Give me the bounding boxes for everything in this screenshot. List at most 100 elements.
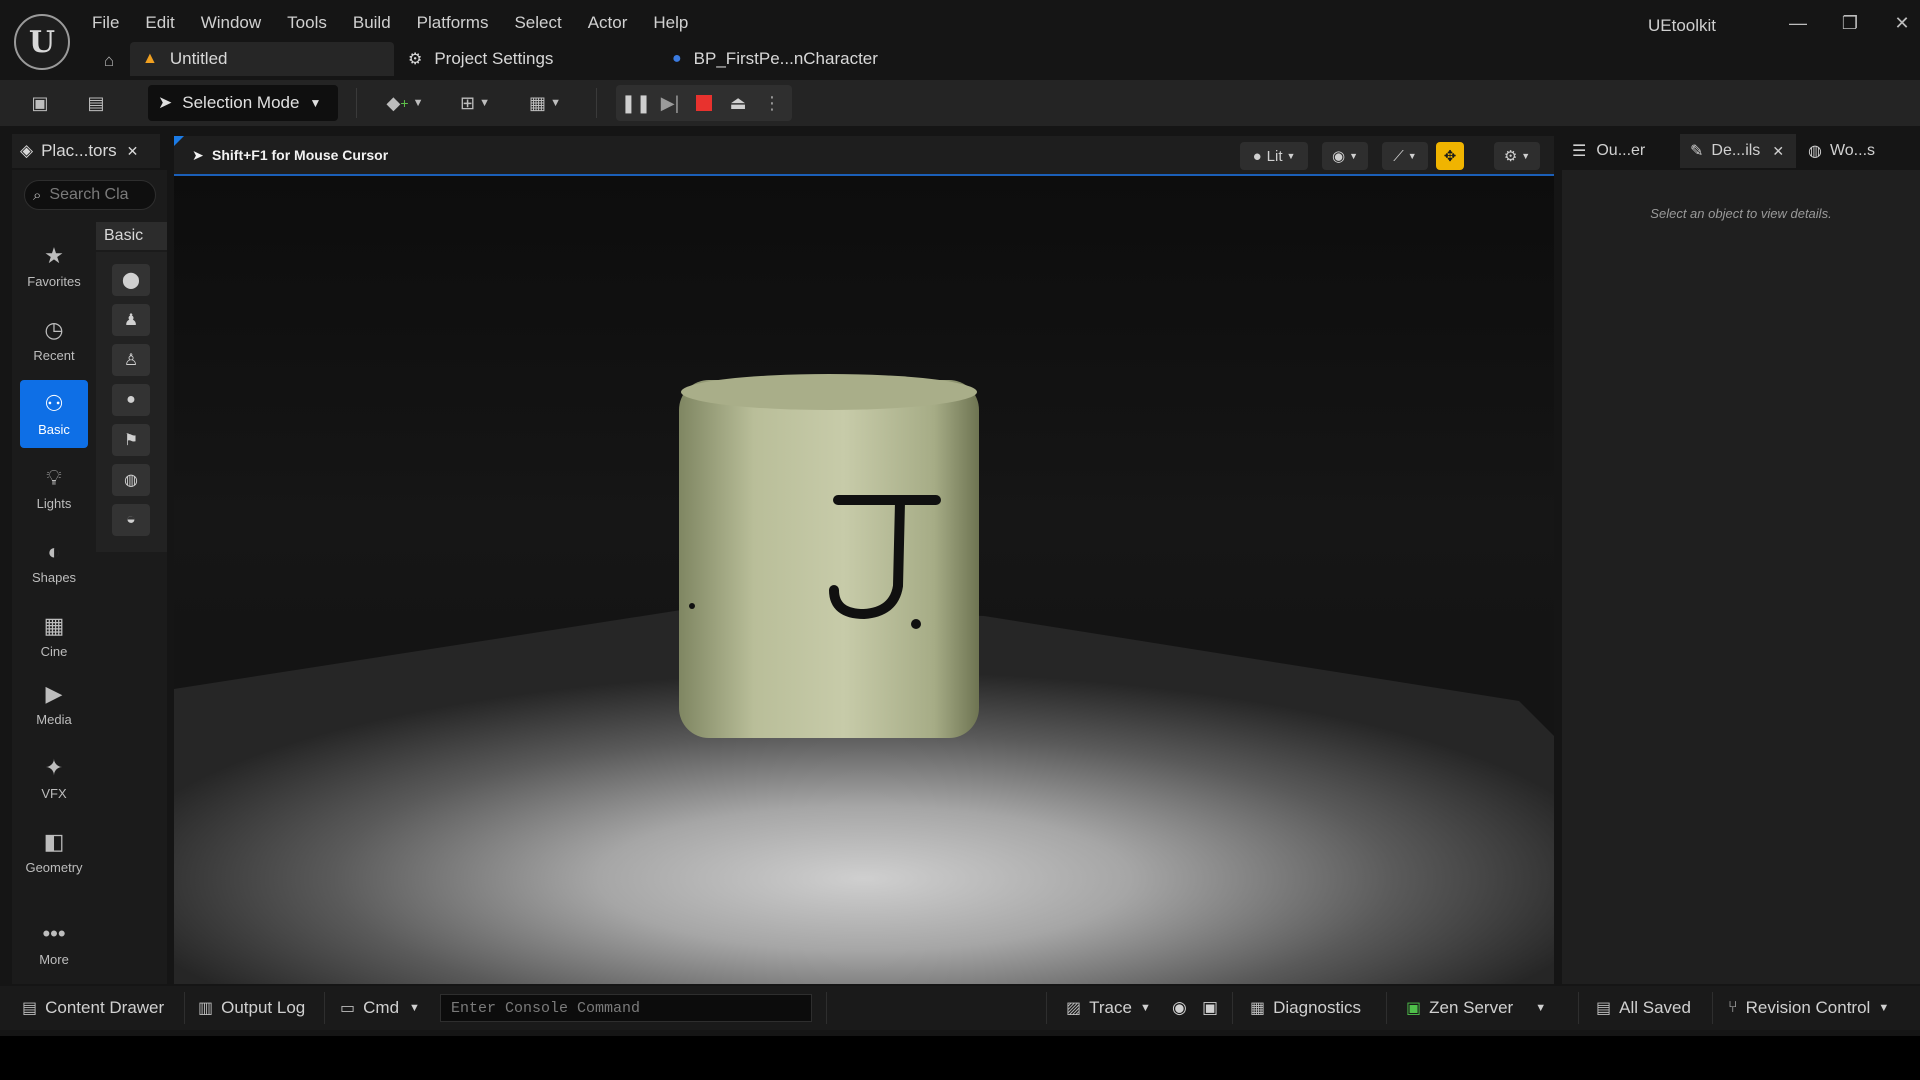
home-icon[interactable]: ⌂ bbox=[96, 48, 122, 74]
empty-pawn-icon[interactable]: ♙ bbox=[112, 344, 150, 376]
tab-project-settings[interactable]: ⚙ Project Settings bbox=[396, 42, 656, 76]
trace-dropdown[interactable]: ▨ Trace ▼ bbox=[1066, 992, 1151, 1024]
tab-label: Project Settings bbox=[434, 49, 554, 68]
mouse-cursor-icon: ➤ bbox=[192, 147, 204, 163]
minimize-button[interactable]: — bbox=[1776, 10, 1820, 36]
category-shapes[interactable]: ◐ Shapes bbox=[20, 528, 88, 596]
stop-icon[interactable] bbox=[688, 85, 720, 121]
restore-button[interactable]: ❐ bbox=[1828, 10, 1872, 36]
editor-window: U File Edit Window Tools Build Platforms… bbox=[0, 0, 1920, 1036]
tab-world-settings[interactable]: ◍ Wo...s bbox=[1798, 134, 1914, 168]
more-options-icon[interactable]: ⋮ bbox=[756, 85, 788, 121]
cube-icon[interactable]: ◍ bbox=[112, 464, 150, 496]
point-light-icon[interactable]: ● bbox=[112, 384, 150, 416]
close-icon[interactable]: ✕ bbox=[1772, 143, 1784, 160]
category-label: Shapes bbox=[31, 569, 77, 585]
branch-icon: ⑂ bbox=[1728, 999, 1738, 1016]
all-saved-button[interactable]: ▤ All Saved bbox=[1596, 992, 1691, 1024]
snapshot-icon[interactable]: ▣ bbox=[1202, 992, 1218, 1024]
place-actors-tab[interactable]: ◈ Plac...tors ✕ bbox=[12, 134, 160, 168]
more-dots-icon: ••• bbox=[42, 920, 66, 946]
save-status-icon: ▤ bbox=[1596, 1000, 1612, 1017]
revision-control-dropdown[interactable]: ⑂ Revision Control ▼ bbox=[1728, 992, 1889, 1024]
viewport-hint: Shift+F1 for Mouse Cursor bbox=[212, 147, 389, 163]
geometry-icon: ◧ bbox=[43, 828, 65, 854]
selection-mode-dropdown[interactable]: ➤ Selection Mode ▼ bbox=[148, 85, 338, 121]
status-divider bbox=[1232, 992, 1233, 1024]
realtime-toggle-icon[interactable]: ✥ bbox=[1436, 142, 1464, 170]
category-recent[interactable]: ◷ Recent bbox=[20, 306, 88, 374]
letter-dot bbox=[911, 619, 921, 629]
pause-icon[interactable]: ❚❚ bbox=[620, 85, 652, 121]
menu-platforms[interactable]: Platforms bbox=[405, 10, 501, 38]
show-flags-dropdown[interactable]: ◉ ▼ bbox=[1322, 142, 1368, 170]
menu-tools[interactable]: Tools bbox=[275, 10, 339, 38]
place-actors-panel: ⌕ ★ Favorites ◷ Recent ⚇ Basic 💡︎ Lights ◐ Sh… bbox=[12, 170, 167, 984]
view-mode-dropdown[interactable]: ● Lit ▼ bbox=[1240, 142, 1308, 170]
level-viewport[interactable]: ➤ Shift+F1 for Mouse Cursor ● Lit ▼ ◉ ▼ ⟋ ▼ … bbox=[174, 136, 1554, 984]
category-geometry[interactable]: ◧ Geometry bbox=[20, 818, 88, 886]
place-actors-icon: ◈ bbox=[20, 141, 34, 160]
tab-outliner[interactable]: ☰ Ou...er bbox=[1562, 134, 1678, 168]
gear-icon: ⚙ bbox=[1503, 148, 1518, 165]
menu-edit[interactable]: Edit bbox=[133, 10, 186, 38]
viewport-settings-dropdown[interactable]: ⚙ ▼ bbox=[1494, 142, 1540, 170]
category-favorites[interactable]: ★ Favorites bbox=[20, 232, 88, 300]
zen-server-dropdown[interactable]: ▣ Zen Server ▼ bbox=[1406, 992, 1546, 1024]
search-input[interactable] bbox=[47, 185, 142, 205]
category-vfx[interactable]: ✦ VFX bbox=[20, 744, 88, 812]
cmd-dropdown[interactable]: ▭ Cmd ▼ bbox=[340, 992, 420, 1024]
snapping-dropdown[interactable]: ⟋ ▼ bbox=[1382, 142, 1428, 170]
tab-label: De...ils bbox=[1711, 142, 1761, 159]
save-icon[interactable]: ▣ bbox=[22, 86, 58, 120]
chevron-down-icon: ▼ bbox=[309, 96, 322, 110]
close-icon[interactable]: ✕ bbox=[127, 143, 139, 160]
category-label: Media bbox=[36, 711, 72, 727]
cylinder-mesh[interactable] bbox=[679, 380, 979, 738]
category-basic[interactable]: ⚇ Basic bbox=[20, 380, 88, 448]
category-media[interactable]: ▶ Media bbox=[20, 670, 88, 738]
category-more[interactable]: ••• More bbox=[20, 910, 88, 978]
chevron-down-icon: ▼ bbox=[1139, 1002, 1151, 1014]
sphere-icon[interactable]: ◒ bbox=[112, 504, 150, 536]
category-label: Geometry bbox=[25, 859, 83, 875]
clapperboard-icon: ▦ bbox=[43, 612, 65, 638]
content-drawer-icon: ▤ bbox=[22, 1000, 38, 1017]
record-trace-icon[interactable]: ◉ bbox=[1172, 992, 1187, 1024]
tab-bp-character[interactable]: ● BP_FirstPe...nCharacter bbox=[660, 42, 920, 76]
menu-build[interactable]: Build bbox=[341, 10, 403, 38]
add-actor-icon[interactable]: ◆ + ▼ bbox=[380, 86, 430, 120]
cinematics-icon[interactable]: ▦ ▼ bbox=[520, 86, 570, 120]
tab-label: Ou...er bbox=[1596, 142, 1646, 159]
chevron-down-icon: ▼ bbox=[1535, 1002, 1547, 1014]
player-start-icon[interactable]: ⚑ bbox=[112, 424, 150, 456]
menu-select[interactable]: Select bbox=[502, 10, 573, 38]
browse-content-icon[interactable]: ▤ bbox=[78, 86, 114, 120]
console-command-input[interactable] bbox=[441, 995, 811, 1021]
menu-file[interactable]: File bbox=[80, 10, 131, 38]
unreal-logo-icon[interactable]: U bbox=[14, 14, 70, 70]
category-lights[interactable]: 💡︎ Lights bbox=[20, 454, 88, 522]
category-cine[interactable]: ▦ Cine bbox=[20, 602, 88, 670]
tab-details[interactable]: ✎ De...ils ✕ bbox=[1680, 134, 1796, 168]
menu-window[interactable]: Window bbox=[189, 10, 273, 38]
output-log-button[interactable]: ▥ Output Log bbox=[198, 992, 305, 1024]
vfx-sparkle-icon: ✦ bbox=[44, 754, 64, 780]
menu-actor[interactable]: Actor bbox=[576, 10, 640, 38]
details-empty-message: Select an object to view details. bbox=[1650, 206, 1832, 221]
tab-untitled[interactable]: ▲ Untitled bbox=[130, 42, 394, 76]
viewport-scene bbox=[174, 374, 1554, 984]
category-label: Recent bbox=[33, 347, 75, 363]
eject-icon[interactable]: ⏏ bbox=[722, 85, 754, 121]
empty-character-icon[interactable]: ♟ bbox=[112, 304, 150, 336]
tab-label: Wo...s bbox=[1829, 142, 1876, 159]
diagnostics-button[interactable]: ▦ Diagnostics bbox=[1250, 992, 1361, 1024]
close-window-button[interactable]: ✕ bbox=[1880, 10, 1920, 36]
chevron-down-icon: ▼ bbox=[1286, 151, 1296, 161]
step-forward-icon[interactable]: ▶| bbox=[654, 85, 686, 121]
blueprint-icon[interactable]: ⊞ ▼ bbox=[450, 86, 500, 120]
status-bar: ▤ Content Drawer ▥ Output Log ▭ Cmd ▼ ▨ Trace… bbox=[0, 986, 1920, 1030]
content-drawer-button[interactable]: ▤ Content Drawer bbox=[22, 992, 164, 1024]
menu-help[interactable]: Help bbox=[641, 10, 700, 38]
empty-actor-icon[interactable]: ⬤ bbox=[112, 264, 150, 296]
